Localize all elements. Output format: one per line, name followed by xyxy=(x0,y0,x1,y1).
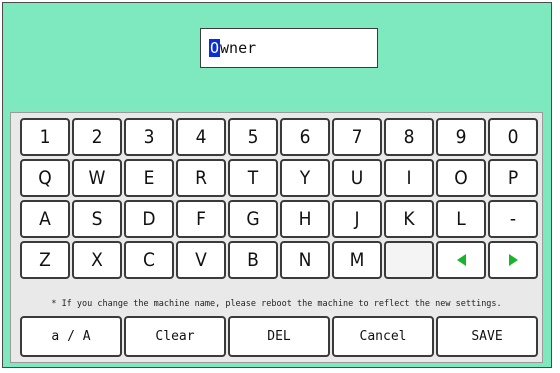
keyboard-panel: 1 2 3 4 5 6 7 8 9 0 Q W E R T Y U I O P … xyxy=(10,112,543,363)
key-2[interactable]: 2 xyxy=(72,118,122,156)
key-1[interactable]: 1 xyxy=(20,118,70,156)
key-o[interactable]: O xyxy=(436,159,486,197)
key-h[interactable]: H xyxy=(280,200,330,238)
key-i[interactable]: I xyxy=(384,159,434,197)
key-q[interactable]: Q xyxy=(20,159,70,197)
arrow-right-icon xyxy=(508,254,518,266)
reboot-notice: * If you change the machine name, please… xyxy=(51,299,502,309)
key-x[interactable]: X xyxy=(72,241,122,279)
key-f[interactable]: F xyxy=(176,200,226,238)
key-z[interactable]: Z xyxy=(20,241,70,279)
key-9[interactable]: 9 xyxy=(436,118,486,156)
key-g[interactable]: G xyxy=(228,200,278,238)
arrow-left-icon xyxy=(456,254,466,266)
key-t[interactable]: T xyxy=(228,159,278,197)
key-d[interactable]: D xyxy=(124,200,174,238)
key-u[interactable]: U xyxy=(332,159,382,197)
key-s[interactable]: S xyxy=(72,200,122,238)
key-4[interactable]: 4 xyxy=(176,118,226,156)
key-3[interactable]: 3 xyxy=(124,118,174,156)
key-c[interactable]: C xyxy=(124,241,174,279)
key-e[interactable]: E xyxy=(124,159,174,197)
key-0[interactable]: 0 xyxy=(488,118,538,156)
key-r[interactable]: R xyxy=(176,159,226,197)
key-n[interactable]: N xyxy=(280,241,330,279)
key-7[interactable]: 7 xyxy=(332,118,382,156)
top-band: Owner xyxy=(3,3,551,101)
key-5[interactable]: 5 xyxy=(228,118,278,156)
delete-button[interactable]: DEL xyxy=(228,316,330,357)
key-w[interactable]: W xyxy=(72,159,122,197)
key-hyphen[interactable]: - xyxy=(488,200,538,238)
machine-name-field[interactable]: Owner xyxy=(200,28,378,68)
key-8[interactable]: 8 xyxy=(384,118,434,156)
save-button[interactable]: SAVE xyxy=(436,316,538,357)
name-text: wner xyxy=(220,39,257,57)
key-v[interactable]: V xyxy=(176,241,226,279)
cancel-button[interactable]: Cancel xyxy=(332,316,434,357)
key-m[interactable]: M xyxy=(332,241,382,279)
clear-button[interactable]: Clear xyxy=(124,316,226,357)
key-blank[interactable] xyxy=(384,241,434,279)
key-b[interactable]: B xyxy=(228,241,278,279)
key-j[interactable]: J xyxy=(332,200,382,238)
key-k[interactable]: K xyxy=(384,200,434,238)
case-toggle-button[interactable]: a / A xyxy=(20,316,122,357)
cursor-char: O xyxy=(209,39,221,57)
key-p[interactable]: P xyxy=(488,159,538,197)
key-6[interactable]: 6 xyxy=(280,118,330,156)
key-a[interactable]: A xyxy=(20,200,70,238)
cursor-left-button[interactable] xyxy=(436,241,486,279)
key-l[interactable]: L xyxy=(436,200,486,238)
key-y[interactable]: Y xyxy=(280,159,330,197)
machine-name-screen: Owner 1 2 3 4 5 6 7 8 9 0 Q W E R T Y U … xyxy=(2,2,552,368)
cursor-right-button[interactable] xyxy=(488,241,538,279)
